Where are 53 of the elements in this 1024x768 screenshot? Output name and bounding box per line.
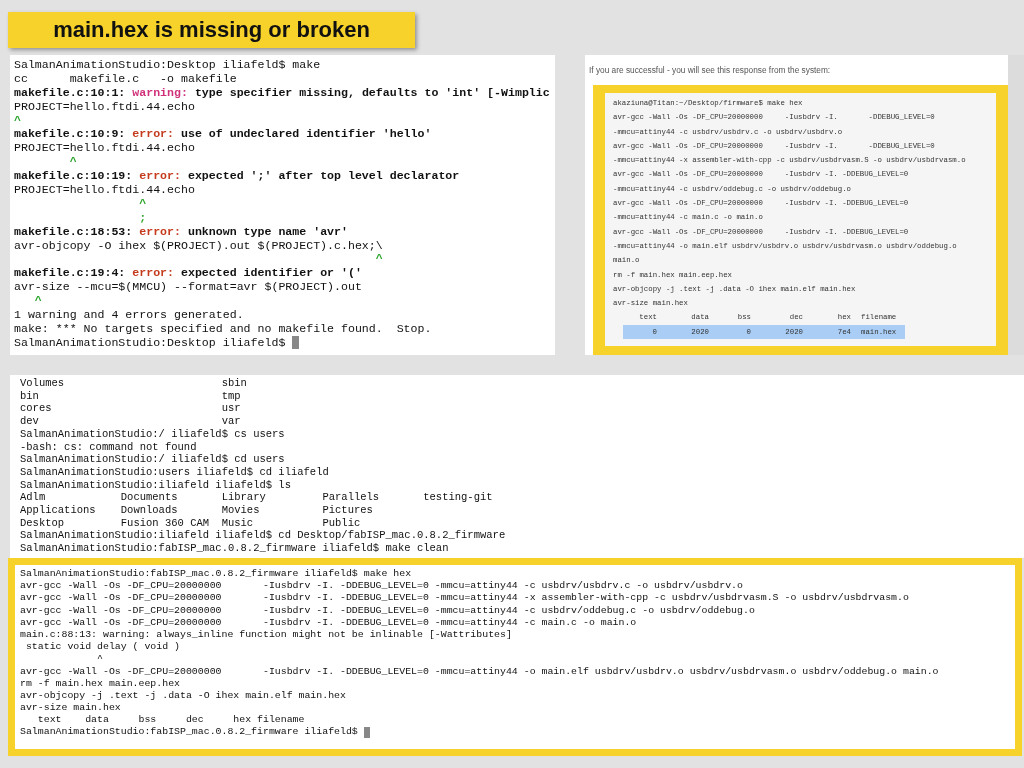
terminal-line: ^	[14, 113, 22, 128]
terminal-line: Applications Downloads Movies Pictures	[20, 504, 374, 517]
terminal-line: dev var	[20, 415, 242, 428]
terminal-line: PROJECT=hello.ftdi.44.echo	[14, 141, 196, 156]
terminal-line: avr-size main.hex	[20, 702, 122, 715]
terminal-line: SalmanAnimationStudio:iliafeld iliafeld$ cd Desktop/fabISP_mac.0.8.2_firmware	[20, 529, 507, 543]
terminal-line: ;	[138, 210, 148, 225]
terminal-line: makefile.c:10:9: error: use of undeclared identifier 'hello'	[14, 127, 433, 142]
terminal-line: SalmanAnimationStudio:fabISP_mac.0.8.2_firmware iliafeld$ make hex	[20, 568, 413, 581]
terminal-line: ^	[138, 196, 148, 211]
terminal-line: cc makefile.c -o makefile	[14, 71, 238, 86]
caption-text: If you are successful - you will see this response from the system:	[588, 64, 832, 77]
terminal-line: static void delay ( void )	[24, 641, 181, 654]
terminal-line: text data bss dec hex filename	[36, 714, 306, 727]
terminal-line: rm -f main.hex main.eep.hex	[20, 677, 181, 690]
terminal-line: Volumes sbin	[20, 377, 248, 390]
terminal-line: avr-objcopy -O ihex $(PROJECT).out $(PROJECT).c.hex;\	[14, 238, 384, 253]
terminal-line: avr-gcc -Wall -Os -DF_CPU=20000000 -Iusbdrv -I. -DDEBUG_LEVEL=0 -mmcu=attiny44 -c usbdrv/usbdrv.c -o usbdrv/usbdrv.o	[20, 580, 744, 593]
terminal-line: SalmanAnimationStudio:iliafeld iliafeld$ ls	[20, 478, 292, 492]
terminal-line: makefile.c:18:53: error: unknown type name 'avr'	[14, 224, 349, 239]
terminal-line: ^	[33, 294, 43, 309]
terminal-line: SalmanAnimationStudio:Desktop iliafeld$ make	[14, 58, 322, 72]
terminal-line: Adlm Documents Library Parallels testing-git	[20, 491, 494, 505]
slide-title: main.hex is missing or broken	[8, 12, 415, 48]
terminal-line: 1 warning and 4 errors generated.	[14, 308, 245, 322]
terminal-line: makefile.c:10:1: warning: type specifier missing, defaults to 'int' [-Wimplic	[14, 85, 551, 100]
terminal-line: PROJECT=hello.ftdi.44.echo	[14, 183, 196, 197]
terminal-line: avr-objcopy -j .text -j .data -O ihex main.elf main.hex	[20, 689, 347, 703]
terminal-line: bin tmp	[20, 389, 242, 403]
terminal-line: SalmanAnimationStudio:/ iliafeld$ cd users	[20, 453, 286, 466]
terminal-line: makefile.c:19:4: error: expected identifier or '('	[14, 266, 363, 281]
terminal-line: SalmanAnimationStudio:Desktop iliafeld$	[14, 335, 287, 350]
terminal-line: avr-size --mcu=$(MMCU) --format=avr $(PROJECT).out	[14, 280, 363, 295]
terminal-line: makefile.c:10:19: error: expected ';' after top level declarator	[14, 169, 461, 183]
terminal-line: avr-gcc -Wall -Os -DF_CPU=20000000 -Iusbdrv -I. -DDEBUG_LEVEL=0 -mmcu=attiny44 -o main.elf usbdrv/usbdrv.o usbdrv/usbdrvasm.o usbdrv/oddebug.o main.o	[20, 665, 940, 678]
terminal-line: ^	[374, 252, 384, 267]
terminal-line: SalmanAnimationStudio:fabISP_mac.0.8.2_firmware iliafeld$ make clean	[20, 542, 450, 555]
terminal-line: ^	[68, 155, 78, 170]
terminal-line: avr-gcc -Wall -Os -DF_CPU=20000000 -Iusbdrv -I. -DDEBUG_LEVEL=0 -mmcu=attiny44 -x assembler-with-cpp -c usbdrv/usbdrvasm.S -o usbdrv/usbdrvasm.o	[20, 592, 910, 605]
terminal-line: avr-gcc -Wall -Os -DF_CPU=20000000 -Iusbdrv -I. -DDEBUG_LEVEL=0 -mmcu=attiny44 -c usbdrv/oddebug.c -o usbdrv/oddebug.o	[20, 604, 756, 617]
terminal-line: -bash: cs: command not found	[20, 440, 198, 454]
terminal-line: avr-gcc -Wall -Os -DF_CPU=20000000 -Iusbdrv -I. -DDEBUG_LEVEL=0 -mmcu=attiny44 -c main.c -o main.o	[20, 616, 638, 629]
terminal-line: PROJECT=hello.ftdi.44.echo	[14, 99, 196, 114]
terminal-line: SalmanAnimationStudio:users iliafeld$ cd iliafeld	[20, 465, 330, 479]
terminal-line: SalmanAnimationStudio:fabISP_mac.0.8.2_firmware iliafeld$	[20, 726, 359, 739]
text-cursor	[363, 727, 370, 739]
terminal-line: cores usr	[20, 402, 242, 416]
terminal-line: Desktop Fusion 360 CAM Music Public	[20, 516, 362, 530]
terminal-line: make: *** No targets specified and no makefile found. Stop.	[14, 321, 433, 336]
text-cursor	[292, 336, 300, 350]
terminal-line: main.c:88:13: warning: always_inline function might not be inlinable [-Wattributes]	[20, 628, 513, 642]
terminal-line: ^	[96, 653, 104, 666]
terminal-line: SalmanAnimationStudio:/ iliafeld$ cs users	[20, 427, 286, 441]
